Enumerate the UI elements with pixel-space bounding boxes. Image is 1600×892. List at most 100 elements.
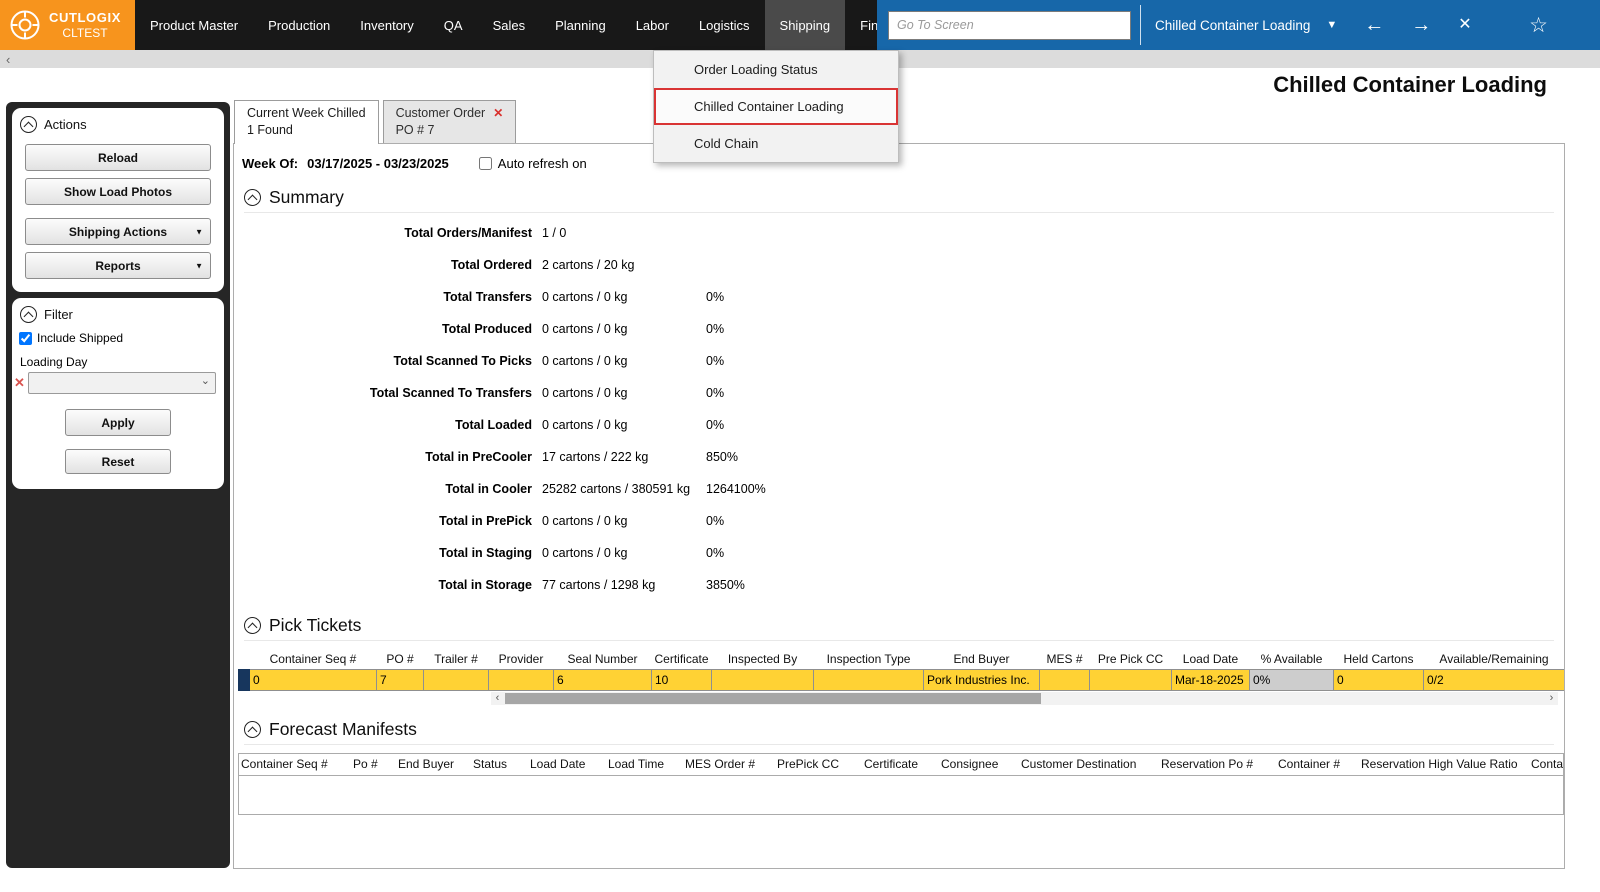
column-header[interactable]: Inspected By: [712, 649, 814, 669]
column-header[interactable]: Customer Destination: [1019, 753, 1159, 776]
grid-cell[interactable]: Mar-18-2025: [1171, 668, 1250, 691]
grid-cell[interactable]: [813, 668, 924, 691]
grid-cell[interactable]: Pork Industries Inc.: [923, 668, 1040, 691]
column-header[interactable]: Certificate: [862, 753, 939, 776]
column-header[interactable]: Load Date: [528, 753, 606, 776]
nav-qa[interactable]: QA: [429, 0, 478, 50]
pick-tickets-scrollbar[interactable]: ‹ ›: [491, 691, 1558, 705]
favorite-star-icon[interactable]: ☆: [1529, 13, 1548, 38]
nav-inventory[interactable]: Inventory: [345, 0, 428, 50]
menu-item-chilled-container-loading[interactable]: Chilled Container Loading: [654, 88, 898, 125]
menu-item-cold-chain[interactable]: Cold Chain: [654, 125, 898, 162]
tab-current-week-chilled[interactable]: Current Week Chilled 1 Found: [234, 100, 379, 144]
include-shipped-checkbox[interactable]: [19, 331, 32, 345]
back-arrow-icon[interactable]: ←: [1364, 15, 1384, 35]
grid-cell[interactable]: 0%: [1249, 668, 1334, 691]
reset-button[interactable]: Reset: [65, 449, 171, 474]
brand-logo[interactable]: CUTLOGIX CLTEST: [0, 0, 135, 50]
include-shipped-option[interactable]: Include Shipped: [19, 331, 224, 345]
grid-cell[interactable]: 7: [376, 668, 424, 691]
nav-logistics[interactable]: Logistics: [684, 0, 765, 50]
column-header[interactable]: Container #: [1276, 753, 1359, 776]
column-header[interactable]: Held Cartons: [1334, 649, 1424, 669]
grid-cell[interactable]: 0: [249, 668, 377, 691]
loading-day-row: ✕ ⌄: [14, 372, 216, 394]
column-header[interactable]: End Buyer: [396, 753, 471, 776]
nav-product-master[interactable]: Product Master: [135, 0, 253, 50]
scroll-right-icon[interactable]: ›: [1545, 692, 1558, 705]
column-header[interactable]: PrePick CC: [775, 753, 862, 776]
collapse-actions-icon[interactable]: [20, 116, 37, 133]
shipping-actions-dropdown[interactable]: Shipping Actions ▼: [25, 218, 211, 245]
summary-title: Summary: [269, 187, 344, 207]
column-header[interactable]: Inspection Type: [814, 649, 924, 669]
grid-cell[interactable]: 0/2: [1423, 668, 1564, 691]
column-header[interactable]: Reservation Po #: [1159, 753, 1276, 776]
reports-dropdown[interactable]: Reports ▼: [25, 252, 211, 279]
close-icon[interactable]: ✕: [1458, 17, 1471, 33]
scroll-left-icon[interactable]: ‹: [0, 52, 10, 67]
clear-date-icon[interactable]: ✕: [14, 375, 25, 391]
pick-ticket-row[interactable]: 0 7 6 10 Pork Industries Inc. Mar-18-202…: [238, 668, 1564, 691]
summary-section-header: Summary: [244, 187, 1554, 213]
nav-labor[interactable]: Labor: [621, 0, 684, 50]
grid-cell[interactable]: [1089, 668, 1172, 691]
show-load-photos-button[interactable]: Show Load Photos: [25, 178, 211, 205]
column-header[interactable]: End Buyer: [924, 649, 1040, 669]
column-header[interactable]: % Available: [1250, 649, 1334, 669]
column-header[interactable]: Po #: [351, 753, 396, 776]
loading-day-label: Loading Day: [20, 355, 88, 369]
menu-item-order-loading-status[interactable]: Order Loading Status: [654, 51, 898, 88]
column-header[interactable]: Certificate: [652, 649, 712, 669]
nav-planning[interactable]: Planning: [540, 0, 621, 50]
go-to-screen-input[interactable]: [888, 10, 1131, 40]
forecast-manifests-table: Container Seq # Po # End Buyer Status Lo…: [239, 753, 1563, 814]
column-header[interactable]: Load Date: [1172, 649, 1250, 669]
apply-button[interactable]: Apply: [65, 409, 171, 436]
nav-sales[interactable]: Sales: [478, 0, 541, 50]
column-header[interactable]: Conta: [1529, 753, 1563, 776]
column-header[interactable]: Available/Remaining: [1424, 649, 1565, 669]
chevron-down-icon: ▼: [195, 261, 203, 270]
screen-selector-dropdown[interactable]: Chilled Container Loading ▼: [1155, 18, 1337, 33]
tab-bar: Current Week Chilled 1 Found Customer Or…: [234, 100, 517, 144]
column-header[interactable]: Trailer #: [424, 649, 489, 669]
row-selector[interactable]: [238, 668, 250, 691]
collapse-forecast-icon[interactable]: [244, 720, 261, 738]
summary-row: Total in PrePick 0 cartons / 0 kg 0%: [439, 514, 725, 528]
collapse-summary-icon[interactable]: [244, 189, 261, 206]
column-header[interactable]: Status: [471, 753, 528, 776]
column-header[interactable]: Reservation High Value Ratio: [1359, 753, 1529, 776]
nav-production[interactable]: Production: [253, 0, 345, 50]
loading-day-select[interactable]: ⌄: [27, 372, 216, 394]
column-header[interactable]: MES Order #: [683, 753, 775, 776]
collapse-pick-tickets-icon[interactable]: [244, 617, 261, 634]
column-header[interactable]: Pre Pick CC: [1090, 649, 1172, 669]
column-header[interactable]: Consignee: [939, 753, 1019, 776]
quick-access-bar: Chilled Container Loading ▼ ← → ✕ ☆: [877, 0, 1600, 50]
reload-button[interactable]: Reload: [25, 144, 211, 171]
auto-refresh-checkbox[interactable]: [478, 156, 492, 170]
nav-shipping[interactable]: Shipping: [764, 0, 846, 50]
column-header[interactable]: Provider: [489, 649, 554, 669]
collapse-filter-icon[interactable]: [20, 306, 37, 323]
column-header[interactable]: MES #: [1040, 649, 1090, 669]
grid-cell[interactable]: [423, 668, 489, 691]
forward-arrow-icon[interactable]: →: [1411, 15, 1431, 35]
column-header[interactable]: Container Seq #: [250, 649, 377, 669]
column-header[interactable]: PO #: [377, 649, 424, 669]
grid-cell[interactable]: 10: [651, 668, 712, 691]
tab-customer-order[interactable]: Customer Order ✕ PO # 7: [382, 100, 517, 143]
scroll-left-icon[interactable]: ‹: [491, 692, 504, 705]
grid-cell[interactable]: [711, 668, 814, 691]
auto-refresh-option[interactable]: Auto refresh on: [478, 156, 587, 171]
close-tab-icon[interactable]: ✕: [493, 106, 503, 120]
grid-cell[interactable]: [488, 668, 554, 691]
grid-cell[interactable]: 6: [553, 668, 652, 691]
scrollbar-thumb[interactable]: [505, 692, 1041, 704]
grid-cell[interactable]: 0: [1333, 668, 1424, 691]
column-header[interactable]: Seal Number: [554, 649, 652, 669]
column-header[interactable]: Load Time: [606, 753, 683, 776]
grid-cell[interactable]: [1039, 668, 1090, 691]
column-header[interactable]: Container Seq #: [239, 753, 351, 776]
